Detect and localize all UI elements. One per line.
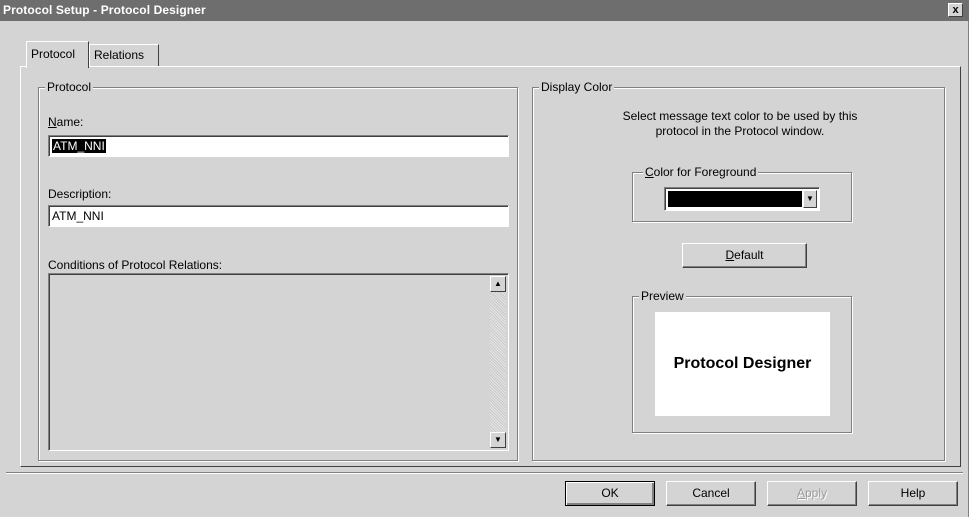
- foreground-color-dropdown[interactable]: ▼: [664, 187, 820, 211]
- tab-protocol[interactable]: Protocol: [26, 41, 89, 68]
- preview-area: Protocol Designer: [655, 312, 830, 416]
- description-input[interactable]: ATM_NNI: [48, 205, 509, 227]
- apply-button-rest: pply: [805, 486, 828, 500]
- close-icon[interactable]: x: [948, 3, 963, 17]
- default-button-rest: efault: [734, 248, 764, 262]
- title-bar[interactable]: Protocol Setup - Protocol Designer x: [0, 0, 969, 21]
- help-button[interactable]: Help: [868, 481, 958, 506]
- ok-button[interactable]: OK: [565, 481, 655, 506]
- apply-button[interactable]: Apply: [767, 481, 857, 506]
- chevron-down-icon[interactable]: ▼: [803, 190, 817, 208]
- scroll-down-arrow-icon[interactable]: ▼: [490, 432, 506, 448]
- foreground-legend-mnemonic: C: [645, 165, 654, 179]
- default-button-mnemonic: D: [725, 248, 735, 262]
- cancel-button-label: Cancel: [692, 486, 730, 500]
- window-title: Protocol Setup - Protocol Designer: [3, 3, 206, 17]
- color-instruction-line2: protocol in the Protocol window.: [655, 124, 825, 138]
- name-label: Name:: [48, 115, 83, 129]
- cancel-button[interactable]: Cancel: [666, 481, 756, 506]
- conditions-label: Conditions of Protocol Relations:: [48, 258, 223, 272]
- name-label-rest: ame:: [56, 115, 84, 129]
- name-label-mnemonic: N: [48, 115, 57, 129]
- separator: [6, 472, 963, 474]
- scroll-up-arrow-icon[interactable]: ▲: [490, 276, 506, 292]
- conditions-scrollbar[interactable]: ▲ ▼: [490, 276, 506, 448]
- name-input-value: ATM_NNI: [52, 139, 106, 153]
- ok-button-label: OK: [601, 486, 619, 500]
- dialog-window: Protocol Setup - Protocol Designer x Pro…: [0, 0, 969, 517]
- preview-text: Protocol Designer: [673, 355, 812, 372]
- help-button-label: Help: [900, 486, 926, 500]
- tab-relations[interactable]: Relations: [89, 44, 159, 66]
- color-instruction-line1: Select message text color to be used by …: [622, 109, 858, 123]
- tab-relations-label: Relations: [94, 48, 145, 62]
- foreground-color-swatch: [668, 191, 802, 207]
- display-color-legend: Display Color: [539, 80, 615, 94]
- description-label: Description:: [48, 187, 112, 201]
- foreground-legend: Color for Foreground: [643, 165, 759, 179]
- foreground-legend-rest: olor for Foreground: [653, 165, 757, 179]
- apply-button-label: Apply: [797, 486, 827, 500]
- default-button[interactable]: Default: [682, 243, 807, 268]
- tab-protocol-label: Protocol: [31, 47, 76, 61]
- conditions-listbox[interactable]: ▲ ▼: [48, 273, 509, 451]
- name-input[interactable]: ATM_NNI: [48, 135, 509, 157]
- protocol-group-legend: Protocol: [45, 80, 94, 94]
- preview-legend: Preview: [639, 289, 686, 303]
- apply-button-mnemonic: A: [796, 486, 805, 500]
- description-input-value: ATM_NNI: [52, 209, 104, 223]
